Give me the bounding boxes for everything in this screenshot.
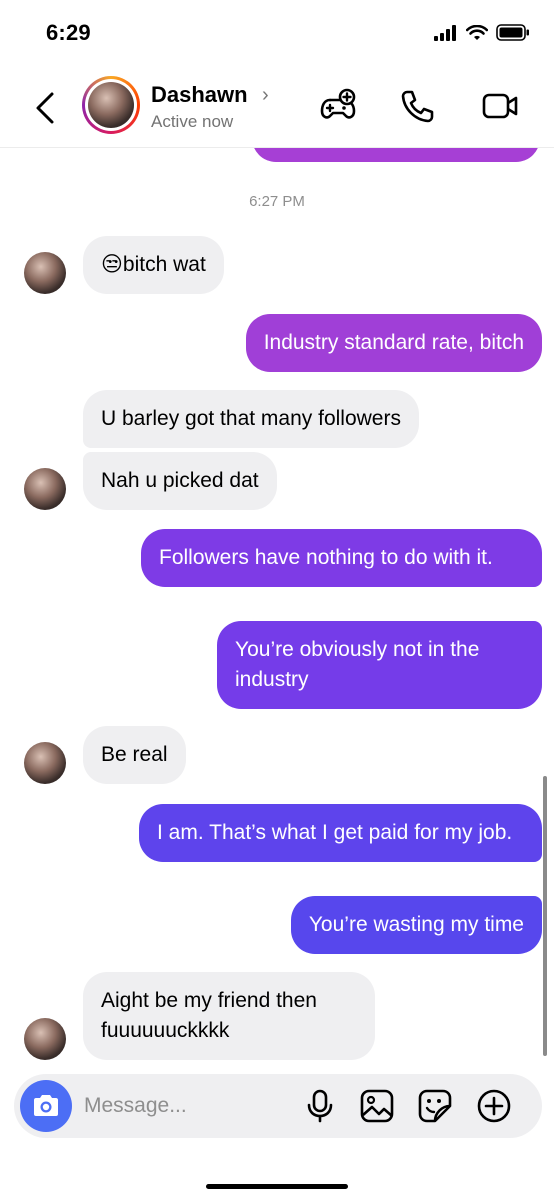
message-text: You’re wasting my time: [308, 913, 524, 936]
avatar[interactable]: [82, 76, 140, 134]
name-chevron-icon[interactable]: ›: [262, 84, 269, 107]
sender-avatar[interactable]: [24, 742, 66, 784]
message-text: Followers have nothing to do with it.: [159, 546, 493, 569]
chevron-left-icon[interactable]: [30, 88, 60, 128]
message-input[interactable]: [84, 1088, 284, 1124]
message-text: U barley got that many followers: [101, 407, 401, 430]
message-timestamp: 6:27 PM: [249, 193, 305, 210]
microphone-icon[interactable]: [302, 1088, 338, 1124]
sent-message[interactable]: I am. That’s what I get paid for my job.: [139, 804, 542, 862]
signal-icon: [434, 24, 456, 41]
sent-message[interactable]: You’re obviously not in the industry: [217, 621, 542, 709]
received-message[interactable]: Be real: [83, 726, 186, 784]
status-icons: [434, 24, 530, 41]
status-bar: 6:29: [0, 0, 554, 66]
gallery-icon[interactable]: [359, 1088, 395, 1124]
phone-icon[interactable]: [398, 86, 438, 126]
plus-circle-icon[interactable]: [476, 1088, 512, 1124]
sender-avatar[interactable]: [24, 252, 66, 294]
message-text: Be real: [101, 743, 168, 766]
message-text: Industry standard rate, bitch: [263, 331, 524, 354]
received-message[interactable]: U barley got that many followers: [83, 390, 419, 448]
received-message[interactable]: 😒bitch wat: [83, 236, 224, 294]
message-text: bitch wat: [122, 253, 206, 276]
message-text: Aight be my friend then fuuuuuuckkkk: [101, 989, 317, 1042]
sent-message[interactable]: Industry standard rate, bitch: [245, 314, 542, 372]
received-message[interactable]: Aight be my friend then fuuuuuuckkkk: [83, 972, 375, 1060]
message-composer: [14, 1074, 542, 1138]
games-icon[interactable]: [318, 86, 358, 126]
camera-icon: [34, 1095, 58, 1116]
battery-icon: [496, 24, 529, 41]
previous-message-bubble[interactable]: [252, 148, 540, 162]
message-thread[interactable]: 6:27 PM 😒bitch wat Industry standard rat…: [0, 148, 554, 1068]
message-text: You’re obviously not in the industry: [235, 638, 480, 691]
sent-message[interactable]: You’re wasting my time: [290, 896, 542, 954]
message-text: I am. That’s what I get paid for my job.: [157, 821, 513, 844]
received-message[interactable]: Nah u picked dat: [83, 452, 277, 510]
home-indicator[interactable]: [206, 1184, 348, 1189]
contact-status: Active now: [151, 112, 234, 131]
scrollbar[interactable]: [543, 776, 547, 1056]
avatar-image: [88, 82, 134, 128]
status-time: 6:29: [46, 20, 91, 45]
sent-message[interactable]: Followers have nothing to do with it.: [141, 529, 542, 587]
unamused-emoji: 😒: [101, 253, 123, 276]
sender-avatar[interactable]: [24, 1018, 66, 1060]
wifi-icon: [466, 24, 488, 40]
message-text: Nah u picked dat: [101, 469, 259, 492]
sticker-icon[interactable]: [417, 1088, 453, 1124]
camera-button[interactable]: [20, 1080, 72, 1132]
video-icon[interactable]: [480, 86, 520, 126]
chat-header: Dashawn › Active now: [0, 66, 554, 148]
sender-avatar[interactable]: [24, 468, 66, 510]
contact-name[interactable]: Dashawn: [151, 82, 248, 108]
